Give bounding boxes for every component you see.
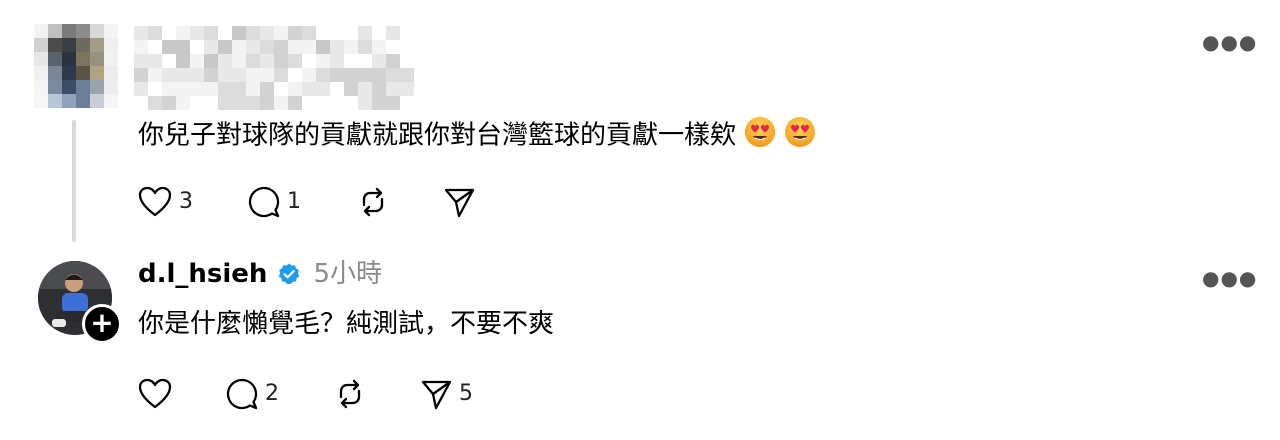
share-button[interactable]: 5 — [419, 377, 473, 411]
repost-button[interactable] — [356, 185, 396, 219]
verified-badge-icon — [277, 262, 301, 286]
repost-icon — [362, 187, 384, 217]
follow-plus-icon[interactable]: + — [82, 304, 122, 344]
heart-eyes-emoji-icon — [744, 116, 776, 156]
like-button[interactable]: 3 — [137, 185, 193, 219]
avatar-blurred[interactable] — [34, 24, 118, 108]
reply-bubble-icon — [248, 186, 280, 218]
reply-count: 1 — [287, 189, 301, 214]
paper-plane-icon — [421, 380, 452, 410]
thread-line — [72, 120, 76, 242]
repost-icon — [339, 379, 361, 409]
reply-bubble-icon — [226, 378, 258, 410]
username-blurred[interactable] — [134, 26, 414, 110]
more-options-icon[interactable]: ●●● — [1202, 268, 1257, 288]
paper-plane-icon — [444, 188, 475, 218]
comment-body: 你兒子對球隊的貢獻就跟你對台灣籃球的貢獻一樣欸 — [138, 120, 737, 151]
reply-button[interactable]: 1 — [247, 185, 301, 219]
share-button[interactable] — [442, 185, 482, 219]
share-count: 5 — [459, 381, 473, 406]
reply-count: 2 — [265, 381, 279, 406]
comment-header: d.l_hsieh 5小時 — [138, 258, 382, 290]
username[interactable]: d.l_hsieh — [138, 258, 267, 290]
like-count: 3 — [179, 189, 193, 214]
like-button[interactable] — [137, 377, 179, 411]
heart-icon — [138, 186, 172, 217]
more-options-icon[interactable]: ●●● — [1202, 32, 1257, 52]
reply-button[interactable]: 2 — [225, 377, 279, 411]
timestamp[interactable]: 5小時 — [313, 258, 382, 290]
heart-icon — [138, 378, 172, 409]
comment-body: 你是什麼懶覺毛？純測試，不要不爽 — [138, 309, 555, 339]
comment-text: 你兒子對球隊的貢獻就跟你對台灣籃球的貢獻一樣欸 — [138, 116, 816, 156]
heart-eyes-emoji-icon — [784, 116, 816, 156]
repost-button[interactable] — [333, 377, 373, 411]
